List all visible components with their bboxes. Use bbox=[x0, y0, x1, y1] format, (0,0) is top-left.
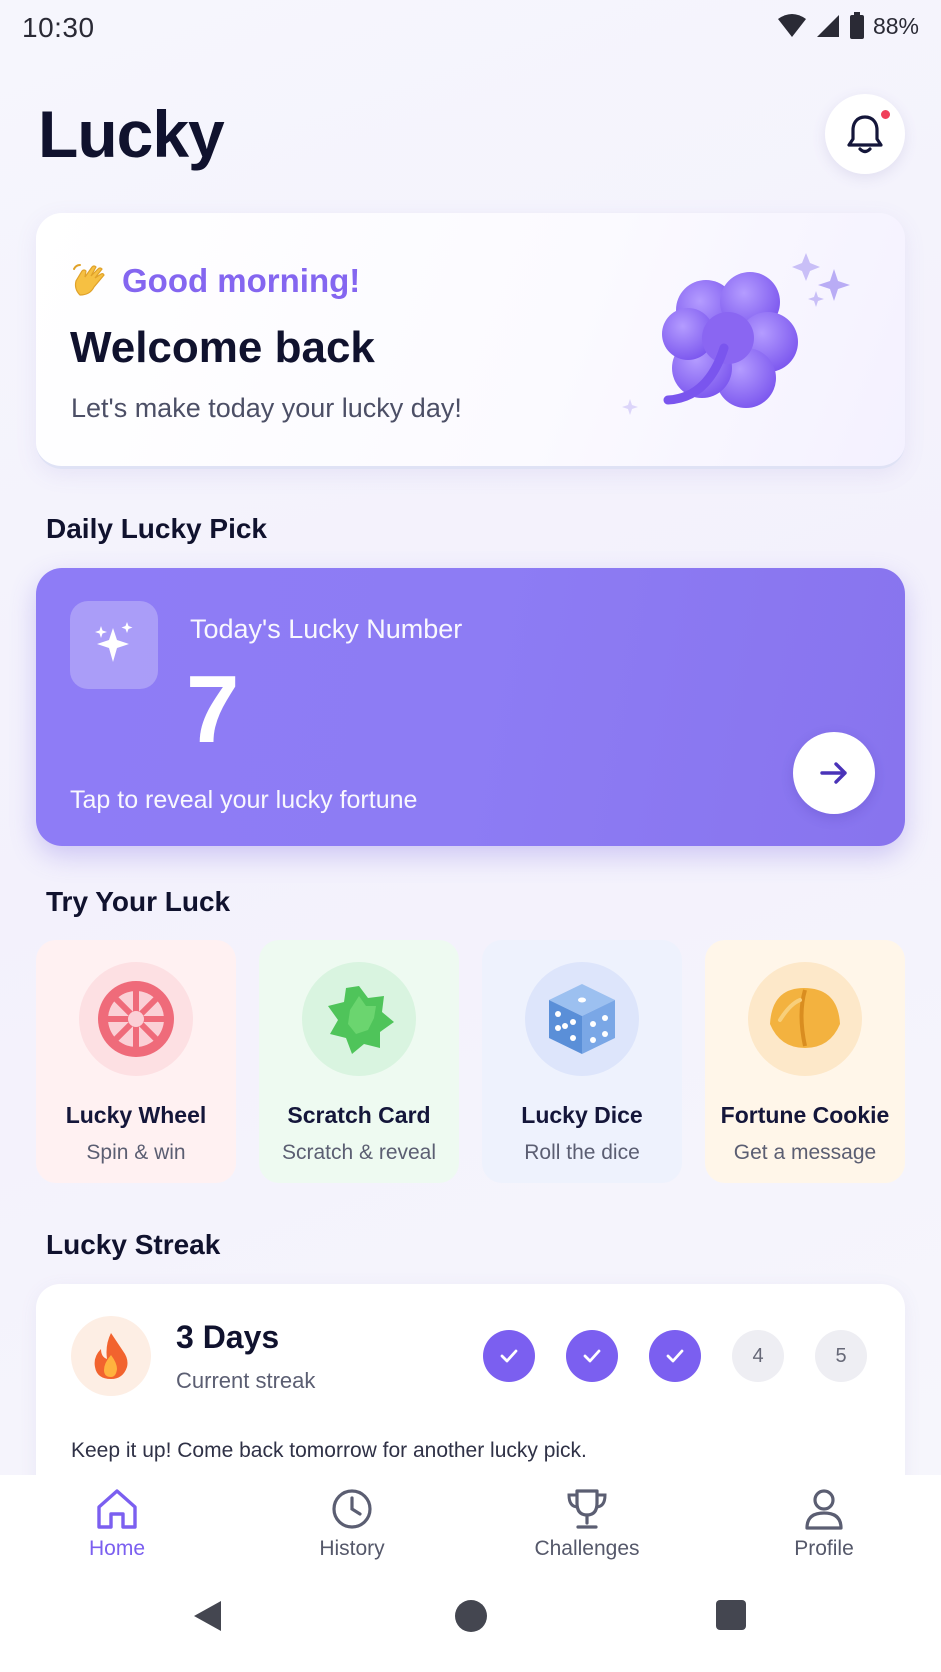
system-recents-button[interactable] bbox=[715, 1599, 747, 1631]
check-icon bbox=[666, 1349, 684, 1363]
streak-heading: Lucky Streak bbox=[46, 1229, 221, 1260]
game-tile-fortune-cookie[interactable]: Fortune Cookie Get a message bbox=[705, 940, 905, 1183]
tile-title: Fortune Cookie bbox=[720, 1102, 890, 1128]
game-tile-lucky-dice[interactable]: Lucky Dice Roll the dice bbox=[482, 940, 682, 1183]
scratch-card-icon-wrap bbox=[302, 962, 416, 1076]
greeting-row: Good morning! bbox=[70, 261, 360, 301]
fortune-cookie-icon bbox=[770, 988, 840, 1048]
game-tile-scratch-card[interactable]: Scratch Card Scratch & reveal bbox=[259, 940, 459, 1183]
system-home-button[interactable] bbox=[454, 1599, 488, 1633]
streak-day-4: 4 bbox=[732, 1330, 784, 1382]
lucky-number: 7 bbox=[186, 656, 240, 763]
dice-icon-wrap bbox=[525, 962, 639, 1076]
status-time: 10:30 bbox=[22, 12, 95, 43]
streak-day-1-check bbox=[483, 1330, 535, 1382]
battery-percent: 88% bbox=[872, 12, 919, 39]
nav-label: Profile bbox=[794, 1537, 854, 1560]
nav-label: Challenges bbox=[534, 1537, 640, 1560]
nav-history[interactable]: History bbox=[272, 1487, 432, 1561]
tile-subtitle: Roll the dice bbox=[524, 1141, 640, 1164]
streak-days: 3 Days bbox=[176, 1319, 280, 1355]
nav-home[interactable]: Home bbox=[37, 1487, 197, 1561]
game-tile-lucky-wheel[interactable]: Lucky Wheel Spin & win bbox=[36, 940, 236, 1183]
bell-icon bbox=[847, 115, 883, 154]
tile-title: Lucky Dice bbox=[521, 1102, 643, 1128]
reveal-fortune-button[interactable] bbox=[793, 732, 875, 814]
notifications-button[interactable] bbox=[825, 94, 905, 174]
tile-title: Scratch Card bbox=[287, 1102, 431, 1128]
nav-label: History bbox=[319, 1537, 385, 1560]
daily-pick-heading: Daily Lucky Pick bbox=[46, 513, 268, 544]
streak-day-2-check bbox=[566, 1330, 618, 1382]
greeting-text: Good morning! bbox=[122, 262, 361, 299]
dice-icon bbox=[549, 984, 615, 1054]
lucky-pick-card[interactable]: Today's Lucky Number 7 Tap to reveal you… bbox=[36, 568, 905, 846]
tile-subtitle: Get a message bbox=[733, 1141, 877, 1164]
check-icon bbox=[500, 1349, 518, 1363]
streak-day-5: 5 bbox=[815, 1330, 867, 1382]
bottom-navigation: Home History Challenges Profile bbox=[0, 1475, 941, 1672]
wheel-icon bbox=[98, 981, 174, 1057]
tile-subtitle: Spin & win bbox=[86, 1141, 186, 1164]
four-leaf-clover-icon bbox=[622, 253, 850, 415]
lucky-number-label: Today's Lucky Number bbox=[190, 614, 463, 644]
welcome-subtitle: Let's make today your lucky day! bbox=[71, 393, 462, 423]
scratch-card-icon bbox=[328, 986, 394, 1054]
trophy-icon bbox=[567, 1489, 607, 1529]
nav-label: Home bbox=[88, 1537, 146, 1560]
welcome-title: Welcome back bbox=[70, 323, 375, 372]
waving-hand-icon bbox=[73, 264, 105, 296]
nav-profile[interactable]: Profile bbox=[744, 1487, 904, 1561]
fortune-cookie-icon-wrap bbox=[748, 962, 862, 1076]
streak-label: Current streak bbox=[176, 1368, 316, 1393]
lucky-pick-subtitle: Tap to reveal your lucky fortune bbox=[70, 786, 418, 814]
streak-day-3-check bbox=[649, 1330, 701, 1382]
check-icon bbox=[583, 1349, 601, 1363]
flame-icon bbox=[94, 1333, 128, 1379]
system-back-button[interactable] bbox=[191, 1599, 223, 1633]
wheel-icon-wrap bbox=[79, 962, 193, 1076]
streak-note: Keep it up! Come back tomorrow for anoth… bbox=[71, 1439, 587, 1462]
tile-title: Lucky Wheel bbox=[65, 1102, 207, 1128]
sparkle-tile bbox=[70, 601, 158, 689]
nav-challenges[interactable]: Challenges bbox=[507, 1487, 667, 1561]
home-icon bbox=[97, 1489, 137, 1529]
clock-icon bbox=[332, 1489, 372, 1529]
notification-dot bbox=[879, 108, 892, 121]
signal-icon bbox=[816, 15, 839, 37]
battery-icon bbox=[849, 12, 864, 39]
tile-subtitle: Scratch & reveal bbox=[281, 1141, 437, 1164]
arrow-right-icon bbox=[820, 762, 847, 784]
app-title: Lucky bbox=[38, 97, 225, 171]
sparkles-icon bbox=[95, 622, 133, 662]
status-icons: 88% bbox=[777, 12, 919, 40]
flame-icon-wrap bbox=[71, 1316, 151, 1396]
wifi-icon bbox=[777, 14, 806, 37]
user-icon bbox=[805, 1489, 843, 1530]
welcome-card: Good morning! Welcome back Let's make to… bbox=[36, 213, 905, 469]
try-luck-heading: Try Your Luck bbox=[46, 886, 231, 917]
